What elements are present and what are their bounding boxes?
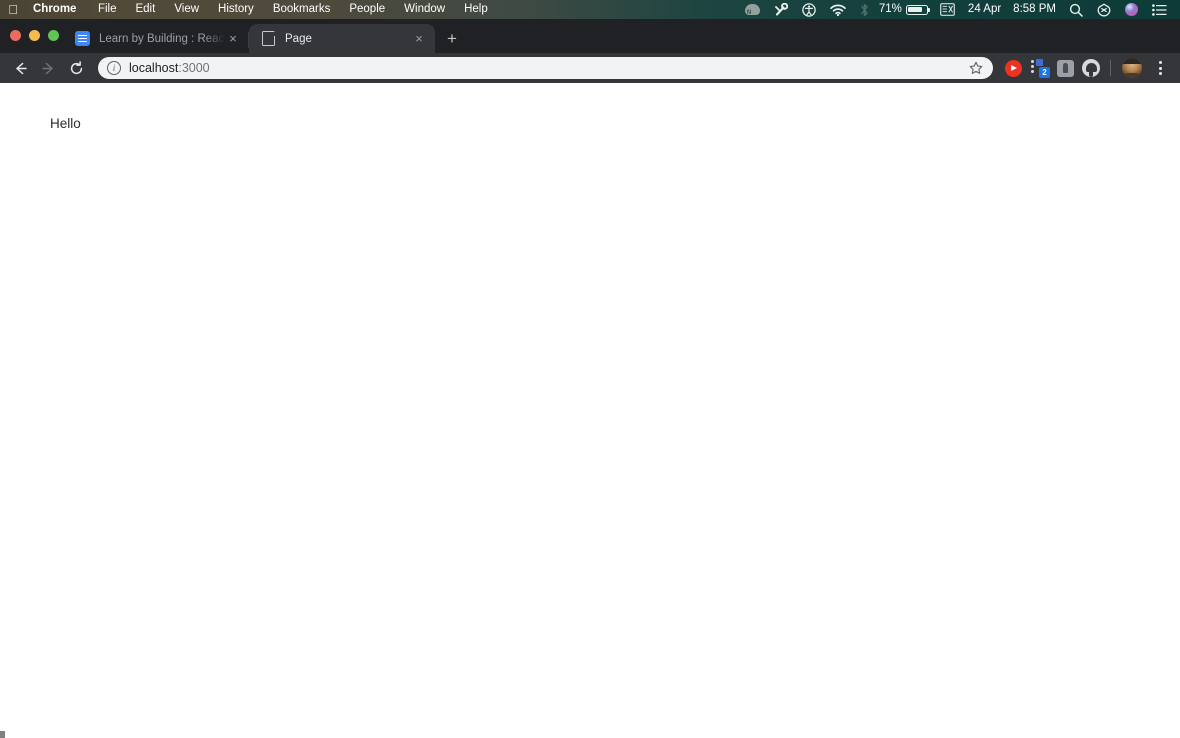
browser-toolbar: i localhost:3000 2 [0, 53, 1180, 83]
apple-logo-icon[interactable]:  [0, 0, 26, 19]
menu-item-window[interactable]: Window [395, 0, 455, 19]
macos-menu-bar:  Chrome File Edit View History Bookmark… [0, 0, 1180, 19]
reload-icon[interactable] [62, 54, 90, 82]
list-icon[interactable] [1145, 0, 1174, 19]
tab-title: Page [285, 32, 312, 45]
menu-item-view[interactable]: View [165, 0, 209, 19]
search-icon[interactable] [1062, 0, 1090, 19]
menu-bar-time[interactable]: 8:58 PM [1007, 0, 1062, 19]
app-icon[interactable] [1090, 0, 1118, 19]
menu-bar-date[interactable]: 24 Apr [962, 0, 1007, 19]
menu-bar-left:  Chrome File Edit View History Bookmark… [0, 0, 497, 19]
extension-gray-icon[interactable] [1053, 56, 1077, 80]
tab-strip: Learn by Building : React Hook × Page × … [0, 19, 1180, 53]
battery-status[interactable]: 71% [876, 0, 933, 19]
menu-item-chrome[interactable]: Chrome [26, 0, 88, 19]
page-icon [260, 30, 276, 47]
input-source-icon[interactable] [933, 0, 962, 19]
menu-bar-status-area: 71% 24 Apr 8:58 PM [738, 0, 1180, 19]
back-arrow-icon[interactable] [6, 54, 34, 82]
siri-icon[interactable] [1118, 0, 1145, 19]
chrome-window: Learn by Building : React Hook × Page × … [0, 19, 1180, 738]
battery-icon [905, 4, 931, 15]
extension-icon[interactable]: 2 [1027, 56, 1051, 80]
info-circle-icon[interactable]: i [107, 61, 121, 75]
tab-page[interactable]: Page × [249, 24, 435, 53]
page-viewport: Hello [0, 83, 1180, 738]
menu-item-edit[interactable]: Edit [126, 0, 165, 19]
close-tab-button[interactable]: × [411, 31, 427, 47]
avatar[interactable] [1120, 56, 1144, 80]
tab-list: Learn by Building : React Hook × Page × … [63, 19, 466, 53]
battery-percent: 71% [878, 3, 902, 15]
menu-item-people[interactable]: People [340, 0, 395, 19]
window-corner-artifact [0, 731, 5, 738]
menu-item-help[interactable]: Help [455, 0, 498, 19]
forward-arrow-icon[interactable] [34, 54, 62, 82]
star-icon[interactable] [967, 59, 985, 77]
close-window-button[interactable] [10, 30, 21, 41]
menu-item-bookmarks[interactable]: Bookmarks [263, 0, 340, 19]
youtube-extension-icon[interactable] [1001, 56, 1025, 80]
new-tab-button[interactable]: + [438, 24, 466, 52]
cloud-sync-icon[interactable] [738, 0, 767, 19]
close-tab-button[interactable]: × [225, 31, 241, 47]
wifi-icon[interactable] [823, 0, 853, 19]
bluetooth-icon[interactable] [853, 0, 876, 19]
minimize-window-button[interactable] [29, 30, 40, 41]
docs-icon [74, 31, 90, 47]
maximize-window-button[interactable] [48, 30, 59, 41]
url-host: localhost [129, 61, 179, 75]
accessibility-icon[interactable] [795, 0, 823, 19]
menu-item-history[interactable]: History [209, 0, 264, 19]
url-port: :3000 [178, 61, 210, 75]
menu-item-file[interactable]: File [88, 0, 126, 19]
page-body-text: Hello [50, 116, 81, 131]
tab-title: Learn by Building : React Hook [99, 32, 225, 45]
toolbar-divider [1110, 60, 1111, 76]
url-text: localhost:3000 [129, 61, 967, 75]
extension-badge: 2 [1039, 67, 1050, 78]
kebab-menu-icon[interactable] [1148, 56, 1172, 80]
address-bar[interactable]: i localhost:3000 [98, 57, 993, 79]
window-controls [10, 30, 59, 41]
github-extension-icon[interactable] [1079, 56, 1103, 80]
tool-key-icon[interactable] [767, 0, 795, 19]
tab-learn-by-building[interactable]: Learn by Building : React Hook × [63, 24, 249, 53]
